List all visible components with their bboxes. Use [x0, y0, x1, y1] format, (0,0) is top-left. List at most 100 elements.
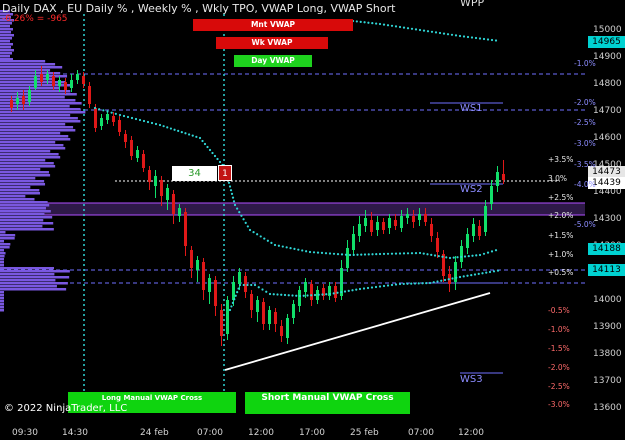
vwap-dot	[316, 251, 320, 254]
vwap-dot	[485, 271, 488, 274]
candle-body	[88, 86, 91, 104]
volume-profile-bar	[0, 297, 4, 300]
daily-pct-label: 3.0%	[548, 174, 568, 183]
volume-profile-bar	[0, 52, 12, 55]
volume-profile-bar	[0, 69, 51, 72]
vwap-dot	[441, 255, 444, 258]
daily-pct-label: +2.0%	[548, 211, 574, 220]
candle-body	[40, 74, 43, 82]
volume-profile-bar	[0, 183, 46, 186]
value-area-band	[0, 203, 585, 215]
wk-vwap-button[interactable]: Wk VWAP	[216, 37, 328, 49]
volume-profile-bar	[0, 138, 71, 141]
y-tick: 13800	[593, 349, 622, 359]
x-tick: 09:30	[12, 428, 38, 438]
vwap-dot	[313, 293, 317, 297]
copyright: © 2022 NinjaTrader, LLC	[4, 403, 128, 414]
candle-body	[232, 282, 235, 300]
volume-profile-bar	[0, 300, 4, 303]
volume-profile-bar	[0, 141, 56, 144]
volume-profile-bar	[0, 234, 16, 237]
vwap-dot	[118, 113, 122, 117]
vwap-dot	[266, 239, 269, 242]
vwap-dot	[478, 37, 482, 40]
candle-body	[70, 80, 73, 88]
vwap-dot	[352, 253, 355, 256]
daily-pct-label: +1.0%	[548, 250, 574, 259]
vwap-dot	[306, 294, 309, 297]
volume-profile-bar	[0, 306, 4, 309]
vwap-dot	[166, 126, 169, 129]
vwap-dot	[138, 118, 142, 122]
vwap-dot	[291, 294, 294, 297]
candle-body	[184, 212, 187, 246]
vwap-dot	[283, 293, 287, 297]
candle-body	[142, 154, 145, 168]
weekly-pct-label: -3.0%	[574, 139, 596, 148]
chart-window[interactable]: Daily DAX , EU Daily % , Weekly % , Wkly…	[0, 0, 625, 440]
vwap-dot	[114, 112, 117, 115]
y-tick: 13700	[593, 376, 622, 386]
signal-marker[interactable]: 1	[218, 165, 232, 181]
volume-profile-bar	[0, 81, 66, 84]
vwap-dot	[463, 255, 467, 258]
vwap-dot	[187, 133, 191, 136]
candle-body	[436, 238, 439, 252]
vwap-dot	[445, 256, 448, 259]
daily-pct-label: -1.0%	[548, 325, 570, 334]
candle-body	[274, 312, 277, 324]
x-tick: 17:00	[299, 428, 325, 438]
vwap-dot	[265, 290, 268, 293]
price-chart[interactable]	[0, 0, 625, 440]
volume-profile-bar	[0, 120, 81, 123]
volume-profile-bar	[0, 222, 54, 225]
vwap-dot	[348, 253, 352, 257]
vwap-dot	[305, 250, 308, 253]
vwap-dot	[281, 245, 284, 248]
volume-profile-bar	[0, 249, 4, 252]
day-vwap-button[interactable]: Day VWAP	[234, 55, 312, 67]
volume-profile-bar	[0, 258, 4, 261]
vwap-dot	[494, 39, 498, 42]
vwap-dot	[169, 127, 173, 130]
short-manual-vwap-cross-button[interactable]: Short Manual VWAP Cross	[245, 392, 410, 414]
vwap-dot	[261, 288, 264, 291]
vwap-dot	[351, 289, 354, 292]
volume-profile-bar	[0, 159, 46, 162]
vwap-dot	[216, 157, 219, 161]
vwap-dot	[310, 294, 313, 297]
daily-pct-label: +2.5%	[548, 193, 574, 202]
candle-body	[166, 188, 169, 200]
vwap-dot	[494, 249, 498, 252]
volume-profile-bar	[0, 243, 11, 246]
candle-body	[160, 180, 163, 196]
vwap-dot	[236, 291, 239, 294]
vwap-dot	[426, 30, 430, 33]
vwap-dot	[434, 31, 438, 34]
vwap-dot	[426, 253, 429, 256]
vwap-dot	[421, 282, 424, 285]
vwap-dot	[454, 34, 458, 37]
candle-body	[220, 310, 223, 336]
vwap-dot	[492, 270, 496, 273]
vwap-dot	[414, 28, 418, 31]
mnt-vwap-button[interactable]: Mnt VWAP	[193, 19, 353, 31]
vwap-dot	[447, 278, 450, 281]
volume-profile-bar	[0, 252, 6, 255]
daily-pct-label: -2.5%	[548, 382, 570, 391]
volume-profile-bar	[0, 144, 64, 147]
vwap-dot	[378, 285, 382, 288]
candle-body	[100, 118, 103, 126]
vwap-dot	[481, 272, 484, 275]
vwap-dot	[328, 252, 332, 255]
candle-body	[136, 150, 139, 158]
vwap-dot	[110, 111, 113, 114]
x-tick: 07:00	[197, 428, 223, 438]
volume-profile-bar	[0, 189, 40, 192]
vwap-dot	[362, 287, 366, 290]
volume-profile-bar	[0, 66, 63, 69]
vwap-dot	[375, 253, 378, 256]
vwap-dot	[227, 181, 231, 184]
vwap-dot	[253, 283, 257, 287]
weekly-pct-label: -1.0%	[574, 59, 596, 68]
